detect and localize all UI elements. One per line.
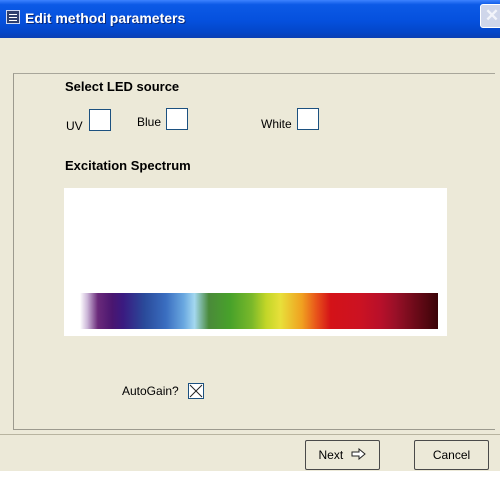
cancel-button[interactable]: Cancel bbox=[414, 440, 489, 470]
uv-label: UV bbox=[66, 119, 83, 133]
close-icon: ✕ bbox=[484, 6, 500, 25]
footer-separator bbox=[0, 434, 500, 435]
white-checkbox[interactable] bbox=[297, 108, 319, 130]
window-title: Edit method parameters bbox=[25, 10, 186, 26]
blue-checkbox[interactable] bbox=[166, 108, 188, 130]
spectrum-color-bar bbox=[80, 293, 438, 329]
dialog-window: Edit method parameters ✕ Select LED sour… bbox=[0, 0, 500, 471]
title-bar[interactable]: Edit method parameters ✕ bbox=[0, 0, 500, 38]
check-mark-icon bbox=[189, 384, 203, 398]
autogain-checkbox[interactable] bbox=[188, 383, 204, 399]
blue-label: Blue bbox=[137, 115, 162, 129]
arrow-right-icon bbox=[351, 447, 366, 461]
excitation-spectrum bbox=[64, 188, 447, 336]
app-icon bbox=[6, 10, 20, 24]
close-button[interactable]: ✕ bbox=[480, 4, 500, 28]
white-label: White bbox=[261, 117, 292, 131]
led-source-heading: Select LED source bbox=[65, 79, 180, 94]
cancel-label: Cancel bbox=[432, 448, 471, 462]
spectrum-heading: Excitation Spectrum bbox=[65, 158, 191, 173]
next-button[interactable]: Next bbox=[305, 440, 380, 470]
next-label: Next bbox=[318, 448, 344, 462]
uv-checkbox[interactable] bbox=[89, 109, 111, 131]
autogain-label: AutoGain? bbox=[122, 384, 179, 398]
